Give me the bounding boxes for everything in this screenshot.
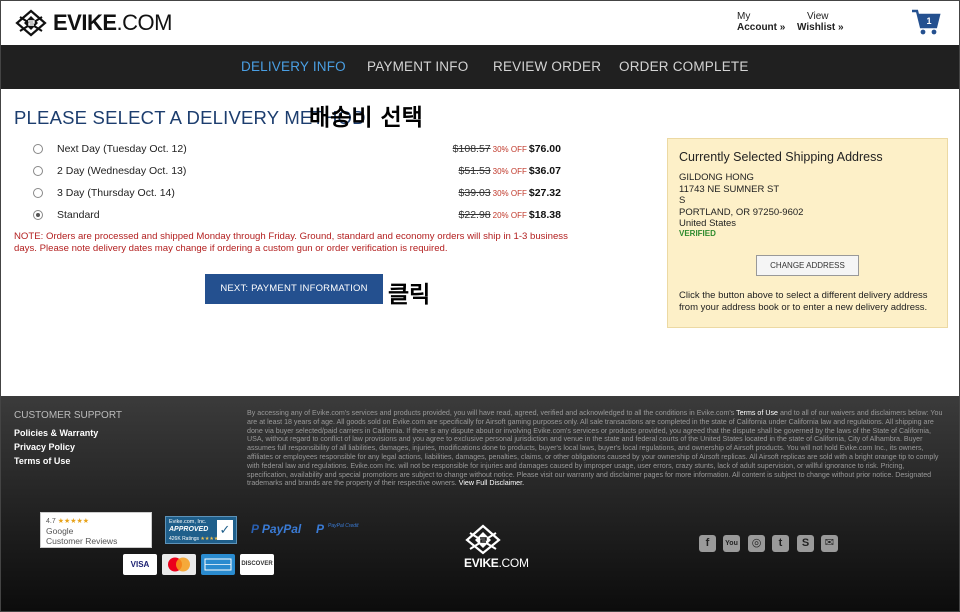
radio-button[interactable] — [33, 188, 43, 198]
legal-terms-link[interactable]: Terms of Use — [736, 409, 778, 417]
shopper-company: Evike.com, Inc. — [169, 519, 207, 525]
snapchat-icon[interactable]: S — [797, 535, 814, 552]
mastercard-icon — [162, 554, 196, 575]
customer-reviews-label: Customer Reviews — [46, 536, 118, 546]
address-help-text: Click the button above to select a diffe… — [679, 290, 928, 313]
evike-logo[interactable]: EVIKE.COM — [15, 9, 172, 37]
terms-of-use-link[interactable]: Terms of Use — [14, 456, 70, 466]
address-city: PORTLAND, OR 97250-9602 — [679, 207, 804, 218]
delivery-option-2-day[interactable]: 2 Day (Wednesday Oct. 13) $51.53 30% OFF $… — [33, 163, 561, 181]
korean-annotation-title: 배송비 선택 — [309, 105, 423, 131]
shopper-approved-badge[interactable]: Evike.com, Inc. APPROVED 426K Ratings ★★… — [165, 516, 237, 544]
address-line2: S — [679, 195, 686, 206]
verified-badge: VERIFIED — [679, 229, 716, 238]
cart-count: 1 — [926, 16, 931, 26]
delivery-option-standard[interactable]: Standard $22.98 20% OFF $18.38 — [33, 207, 561, 225]
logo-text: EVIKE.COM — [53, 10, 172, 35]
step-delivery-info[interactable]: DELIVERY INFO — [241, 59, 346, 74]
radio-button-selected[interactable] — [33, 210, 43, 220]
option-price: $22.98 20% OFF $18.38 — [458, 209, 561, 221]
wishlist-link[interactable]: View Wishlist » — [797, 11, 844, 33]
shopper-ratings: 426K Ratings ★★★★★ — [169, 536, 223, 542]
address-country: United States — [679, 218, 737, 229]
facebook-icon[interactable]: f — [699, 535, 716, 552]
twitter-icon[interactable]: t — [772, 535, 789, 552]
policies-warranty-link[interactable]: Policies & Warranty — [14, 428, 98, 438]
paypal-logo: P PayPal — [251, 522, 302, 536]
my-account-top: My — [737, 11, 751, 22]
google-reviews-badge[interactable]: 4.7 ★★★★★ Google Customer Reviews — [40, 512, 152, 548]
youtube-icon[interactable]: You — [723, 535, 740, 552]
shopper-approved-label: APPROVED — [169, 526, 209, 533]
radio-button[interactable] — [33, 144, 43, 154]
legal-disclaimer: By accessing any of Evike.com's services… — [247, 409, 945, 488]
shipping-address-panel: Currently Selected Shipping Address GILD… — [667, 138, 948, 328]
instagram-icon[interactable]: ◎ — [748, 535, 765, 552]
checkmark-icon: ✓ — [217, 520, 233, 540]
step-review-order[interactable]: REVIEW ORDER — [493, 59, 601, 74]
address-name: GILDONG HONG — [679, 172, 754, 183]
change-address-button[interactable]: CHANGE ADDRESS — [756, 255, 859, 276]
option-price: $39.03 30% OFF $27.32 — [458, 187, 561, 199]
option-label: 2 Day (Wednesday Oct. 13) — [57, 165, 187, 177]
customer-support-title: CUSTOMER SUPPORT — [14, 410, 122, 421]
legal-body: and to all of our waivers and disclaimer… — [247, 409, 943, 488]
evike-logo-icon — [15, 9, 47, 37]
delivery-option-next-day[interactable]: Next Day (Tuesday Oct. 12) $108.57 30% OF… — [33, 141, 561, 159]
site-header: EVIKE.COM My Account » View Wishlist » 1 — [1, 1, 959, 45]
site-footer: CUSTOMER SUPPORT Policies & Warranty Pri… — [1, 396, 959, 611]
delivery-section: PLEASE SELECT A DELIVERY METHOD 배송비 선택 N… — [1, 89, 959, 395]
address-title: Currently Selected Shipping Address — [679, 150, 883, 164]
wishlist-label: Wishlist » — [797, 22, 844, 33]
option-price: $108.57 30% OFF $76.00 — [452, 143, 561, 155]
address-street: 11743 NE SUMNER ST — [679, 184, 780, 195]
step-payment-info[interactable]: PAYMENT INFO — [367, 59, 468, 74]
google-rating: 4.7 ★★★★★ — [46, 518, 90, 525]
email-icon[interactable]: ✉ — [821, 535, 838, 552]
cart-icon[interactable]: 1 — [911, 8, 941, 36]
visa-card-icon: VISA — [123, 554, 157, 575]
option-label: Next Day (Tuesday Oct. 12) — [57, 143, 187, 155]
paypal-credit-icon: P — [316, 522, 325, 536]
view-disclaimer-link[interactable]: View Full Disclaimer. — [459, 479, 524, 487]
korean-annotation-click: 클릭 — [388, 282, 431, 308]
shipping-note: NOTE: Orders are processed and shipped M… — [14, 231, 568, 254]
my-account-link[interactable]: My Account » — [737, 11, 785, 33]
google-label: Google — [46, 526, 74, 536]
discover-card-icon: DISCOVER — [240, 554, 274, 575]
evike-footer-logo-icon[interactable] — [464, 523, 502, 555]
amex-card-icon — [201, 554, 235, 575]
option-price: $51.53 30% OFF $36.07 — [458, 165, 561, 177]
paypal-credit-logo: PayPal Credit — [328, 523, 359, 529]
my-account-label: Account » — [737, 22, 786, 33]
delivery-option-3-day[interactable]: 3 Day (Thursday Oct. 14) $39.03 30% OFF $2… — [33, 185, 561, 203]
privacy-policy-link[interactable]: Privacy Policy — [14, 442, 75, 452]
evike-footer-logo-text: EVIKE.COM — [464, 556, 529, 570]
option-label: Standard — [57, 209, 100, 221]
radio-button[interactable] — [33, 166, 43, 176]
option-label: 3 Day (Thursday Oct. 14) — [57, 187, 175, 199]
wishlist-top: View — [807, 11, 829, 22]
legal-intro: By accessing any of Evike.com's services… — [247, 409, 735, 417]
checkout-steps-nav: DELIVERY INFO PAYMENT INFO REVIEW ORDER … — [1, 45, 959, 89]
next-payment-button[interactable]: NEXT: PAYMENT INFORMATION — [205, 274, 383, 304]
step-order-complete[interactable]: ORDER COMPLETE — [619, 59, 749, 74]
